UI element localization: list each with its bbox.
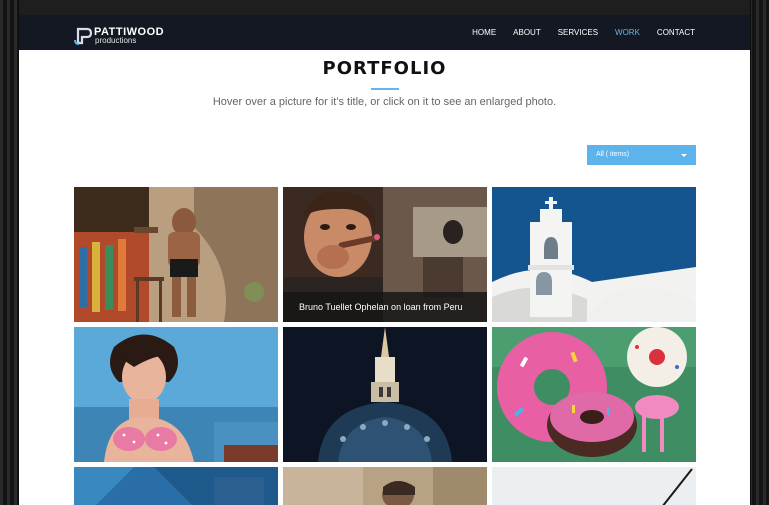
page-title: PORTFOLIO <box>322 58 447 79</box>
gallery-item-white-church[interactable] <box>492 187 696 322</box>
gallery-item-cigar-man[interactable]: Bruno Tuellet Ophelan on loan from Peru <box>283 187 487 322</box>
gallery-item-woman-sea[interactable] <box>74 327 278 462</box>
filter-dropdown[interactable]: All ( items) <box>587 145 696 165</box>
logo-mark-icon <box>74 27 93 45</box>
title-underline <box>371 88 399 90</box>
nav-work[interactable]: WORK <box>615 28 640 37</box>
chevron-down-icon <box>681 154 687 157</box>
gallery-item-rocky-portrait[interactable] <box>283 467 487 505</box>
gallery-item-bar-man[interactable] <box>74 187 278 322</box>
light-sky-image <box>492 467 696 505</box>
filter-label: All ( items) <box>596 151 630 158</box>
page-subtitle: Hover over a picture for it's title, or … <box>212 96 557 108</box>
blue-fabric-image <box>74 467 278 505</box>
gallery-item-dome[interactable] <box>283 327 487 462</box>
top-strip <box>19 0 750 15</box>
gallery-item-light-sky[interactable] <box>492 467 696 505</box>
rocky-portrait-image <box>283 467 487 505</box>
page: PATTIWOOD productions HOME ABOUT SERVICE… <box>19 0 750 505</box>
navbar: PATTIWOOD productions HOME ABOUT SERVICE… <box>19 15 750 50</box>
gallery-item-blue-fabric[interactable] <box>74 467 278 505</box>
brand-subtitle: productions <box>95 36 137 45</box>
nav-services[interactable]: SERVICES <box>558 28 598 37</box>
nav-home[interactable]: HOME <box>472 28 496 37</box>
dome-image <box>283 327 487 462</box>
brand-logo[interactable]: PATTIWOOD productions <box>74 26 164 48</box>
church-image <box>492 187 696 322</box>
gallery-item-donut-floats[interactable] <box>492 327 696 462</box>
nav-contact[interactable]: CONTACT <box>657 28 695 37</box>
bar-scene-image <box>74 187 278 322</box>
main-nav: HOME ABOUT SERVICES WORK CONTACT <box>472 15 695 50</box>
hover-caption: Bruno Tuellet Ophelan on loan from Peru <box>283 292 487 322</box>
nav-about[interactable]: ABOUT <box>513 28 541 37</box>
donut-floats-image <box>492 327 696 462</box>
beach-portrait-image <box>74 327 278 462</box>
